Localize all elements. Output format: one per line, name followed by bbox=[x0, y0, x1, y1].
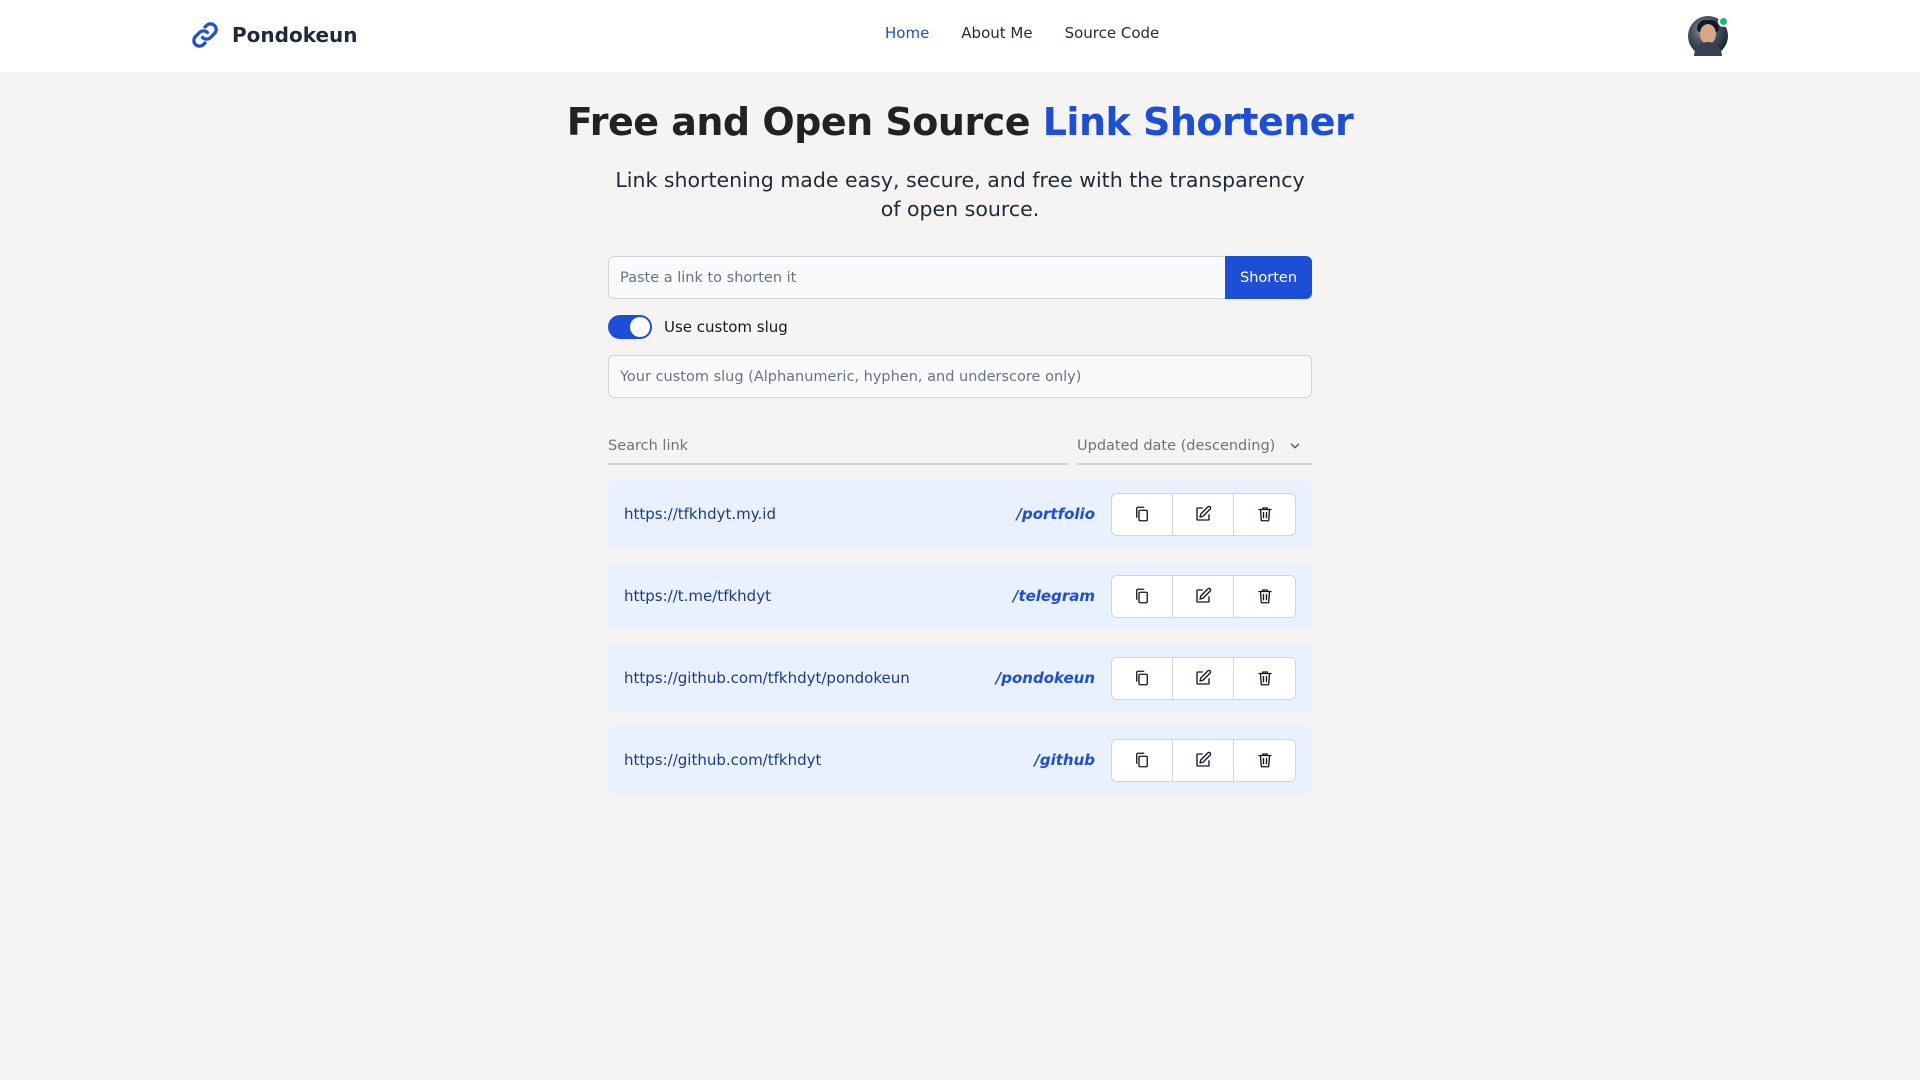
sort-select-value: Updated date (descending) bbox=[1077, 437, 1276, 454]
navbar: Pondokeun Home About Me Source Code bbox=[0, 0, 1920, 72]
edit-icon bbox=[1196, 505, 1212, 521]
page-title-prefix: Free and Open Source bbox=[566, 100, 1043, 144]
link-slug[interactable]: /portfolio bbox=[1016, 505, 1095, 523]
custom-slug-toggle[interactable] bbox=[608, 315, 652, 339]
link-slug[interactable]: /telegram bbox=[1013, 587, 1095, 605]
link-actions bbox=[1111, 574, 1296, 618]
link-list: https://tfkhdyt.my.id /portfolio https:/… bbox=[608, 480, 1312, 794]
link-input[interactable] bbox=[608, 256, 1225, 299]
shorten-button[interactable]: Shorten bbox=[1225, 256, 1312, 299]
delete-button[interactable] bbox=[1234, 739, 1295, 781]
trash-icon bbox=[1257, 671, 1272, 686]
trash-icon bbox=[1257, 589, 1272, 604]
copy-button[interactable] bbox=[1112, 493, 1173, 535]
delete-button[interactable] bbox=[1234, 575, 1295, 617]
online-status-dot bbox=[1718, 16, 1729, 27]
avatar-body bbox=[1694, 42, 1722, 56]
page-title: Free and Open Source Link Shortener bbox=[0, 100, 1920, 144]
custom-slug-toggle-row: Use custom slug bbox=[608, 315, 788, 339]
link-original-url[interactable]: https://github.com/tfkhdyt/pondokeun bbox=[624, 669, 996, 687]
toggle-knob bbox=[630, 317, 650, 337]
nav-link-home[interactable]: Home bbox=[885, 24, 929, 42]
brand[interactable]: Pondokeun bbox=[190, 20, 358, 50]
trash-icon bbox=[1257, 507, 1272, 522]
link-actions bbox=[1111, 492, 1296, 536]
link-icon bbox=[190, 20, 220, 50]
edit-button[interactable] bbox=[1173, 493, 1234, 535]
copy-button[interactable] bbox=[1112, 575, 1173, 617]
edit-icon bbox=[1196, 751, 1212, 767]
shorten-form: Shorten bbox=[608, 256, 1312, 299]
link-row: https://github.com/tfkhdyt /github bbox=[608, 726, 1312, 794]
copy-button[interactable] bbox=[1112, 739, 1173, 781]
copy-button[interactable] bbox=[1112, 657, 1173, 699]
page-subtitle: Link shortening made easy, secure, and f… bbox=[615, 168, 1305, 221]
chevron-down-icon bbox=[1288, 439, 1302, 453]
link-slug[interactable]: /pondokeun bbox=[996, 669, 1095, 687]
link-actions bbox=[1111, 656, 1296, 700]
main-nav: Home About Me Source Code bbox=[885, 24, 1159, 42]
link-actions bbox=[1111, 738, 1296, 782]
link-original-url[interactable]: https://t.me/tfkhdyt bbox=[624, 587, 1013, 605]
edit-icon bbox=[1196, 587, 1212, 603]
delete-button[interactable] bbox=[1234, 657, 1295, 699]
custom-slug-input[interactable] bbox=[608, 355, 1312, 398]
copy-icon bbox=[1136, 752, 1148, 768]
copy-icon bbox=[1136, 670, 1148, 686]
copy-icon bbox=[1136, 588, 1148, 604]
avatar-face bbox=[1700, 24, 1716, 44]
avatar[interactable] bbox=[1688, 16, 1729, 56]
page-title-accent: Link Shortener bbox=[1042, 100, 1354, 144]
link-original-url[interactable]: https://github.com/tfkhdyt bbox=[624, 751, 1034, 769]
link-original-url[interactable]: https://tfkhdyt.my.id bbox=[624, 505, 1016, 523]
link-row: https://t.me/tfkhdyt /telegram bbox=[608, 562, 1312, 630]
edit-button[interactable] bbox=[1173, 575, 1234, 617]
custom-slug-label: Use custom slug bbox=[664, 318, 788, 336]
brand-name: Pondokeun bbox=[232, 23, 358, 47]
copy-icon bbox=[1136, 506, 1148, 522]
delete-button[interactable] bbox=[1234, 493, 1295, 535]
link-slug[interactable]: /github bbox=[1034, 751, 1095, 769]
nav-link-source-code[interactable]: Source Code bbox=[1065, 24, 1160, 42]
sort-select[interactable]: Updated date (descending) bbox=[1077, 428, 1312, 465]
edit-icon bbox=[1196, 669, 1212, 685]
link-row: https://tfkhdyt.my.id /portfolio bbox=[608, 480, 1312, 548]
nav-link-about-me[interactable]: About Me bbox=[961, 24, 1032, 42]
edit-button[interactable] bbox=[1173, 657, 1234, 699]
search-link-input[interactable] bbox=[608, 428, 1069, 465]
edit-button[interactable] bbox=[1173, 739, 1234, 781]
trash-icon bbox=[1257, 753, 1272, 768]
link-row: https://github.com/tfkhdyt/pondokeun /po… bbox=[608, 644, 1312, 712]
